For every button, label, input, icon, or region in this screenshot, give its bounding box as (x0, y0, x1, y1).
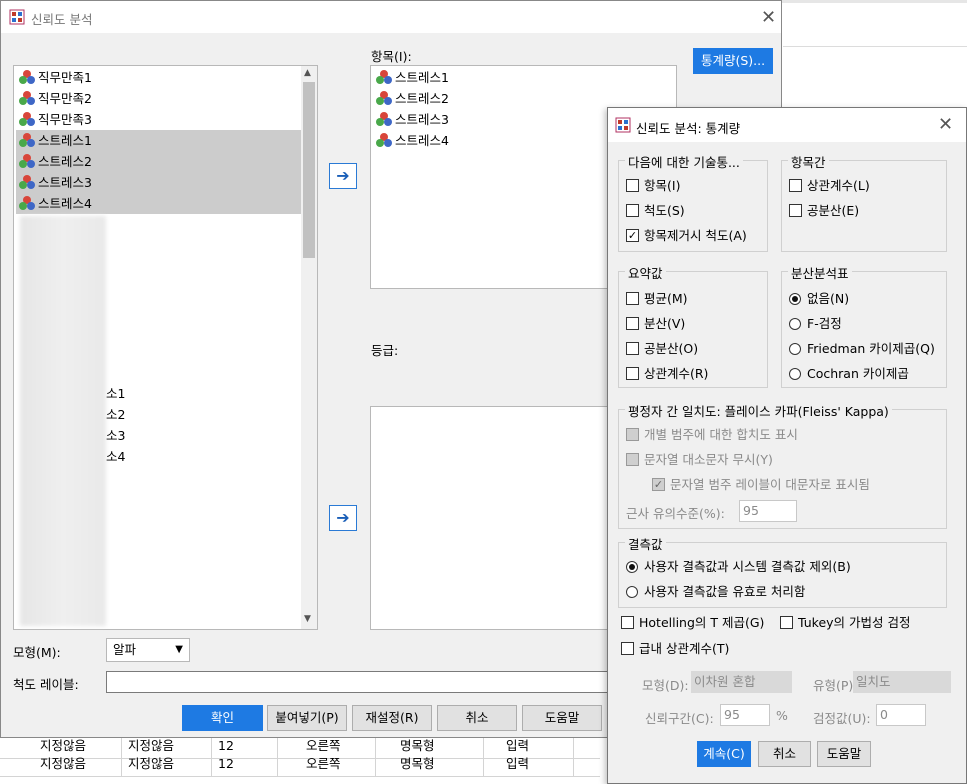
statistics-dialog: 신뢰도 분석: 통계량 ✕ 다음에 대한 기술통... 항목(I) 척도(S) … (607, 107, 967, 784)
stats-dialog-title: 신뢰도 분석: 통계량 (636, 121, 741, 136)
inter-item-covariances-checkbox[interactable]: 공분산(E) (789, 201, 859, 221)
move-to-items-button[interactable]: ➔ (329, 163, 357, 189)
model-select[interactable]: 알파 ▼ (106, 638, 190, 662)
arrow-right-icon: ➔ (336, 166, 350, 185)
scale-variable-icon (19, 154, 35, 168)
missing-values-group: 결측값 사용자 결측값과 시스템 결측값 제외(B) 사용자 결측값을 유효로 … (618, 534, 947, 608)
summary-correlations-checkbox[interactable]: 상관계수(R) (626, 364, 708, 384)
fleiss-alpha-input[interactable]: 95 (739, 500, 797, 522)
background-grid (783, 22, 967, 47)
summary-means-checkbox[interactable]: 평균(M) (626, 289, 688, 309)
checkmark-icon: ✓ (626, 229, 639, 242)
close-icon[interactable]: ✕ (938, 116, 953, 134)
fleiss-kappa-group: 평정자 간 일치도: 플레이스 카파(Fleiss' Kappa) 개별 범주에… (618, 401, 947, 529)
exclude-missing-radio[interactable]: 사용자 결측값과 시스템 결측값 제외(B) (626, 557, 851, 577)
table-row: 지정않음 지정않음 12 오른쪽 명목형 입력 (0, 752, 600, 777)
icc-type-select[interactable]: 일치도 (853, 671, 951, 693)
list-scrollbar[interactable]: ▲ ▼ (301, 66, 317, 629)
scale-variable-icon (19, 91, 35, 105)
list-item[interactable]: 직무만족2 (16, 88, 323, 109)
source-variable-list[interactable]: 직무만족1 직무만족2 직무만족3 스트레스1 스트레스2 스트레스3 스트레스… (13, 65, 318, 630)
scale-variable-icon (376, 70, 392, 84)
summaries-group: 요약값 평균(M) 분산(V) 공분산(O) 상관계수(R) (618, 263, 768, 388)
dialog-title: 신뢰도 분석 (31, 12, 93, 27)
tukey-checkbox[interactable]: Tukey의 가법성 검정 (780, 613, 911, 633)
reset-button[interactable]: 재설정(R) (352, 705, 432, 731)
list-item[interactable]: 직무만족3 (16, 109, 323, 130)
list-item-selected[interactable]: 스트레스3 (16, 172, 301, 193)
title-bar: 신뢰도 분석 ✕ (1, 1, 781, 33)
stats-title-bar: 신뢰도 분석: 통계량 ✕ (608, 108, 966, 142)
checkmark-icon: ✓ (652, 478, 665, 491)
fleiss-individual-category-checkbox[interactable]: 개별 범주에 대한 합치도 표시 (626, 425, 798, 445)
ok-button[interactable]: 확인 (182, 705, 263, 731)
summary-variances-checkbox[interactable]: 분산(V) (626, 314, 685, 334)
blurred-region (20, 216, 106, 626)
ratings-list[interactable] (370, 406, 610, 630)
scroll-up-icon[interactable]: ▲ (304, 68, 311, 78)
list-item-selected[interactable]: 스트레스2 (16, 151, 301, 172)
descriptive-scale-checkbox[interactable]: 척도(S) (626, 201, 685, 221)
close-icon[interactable]: ✕ (761, 9, 776, 27)
ratings-label: 등급: (371, 343, 399, 358)
scroll-down-icon[interactable]: ▼ (304, 614, 311, 624)
statistics-button[interactable]: 통계량(S)... (693, 48, 773, 74)
chevron-down-icon: ▼ (175, 644, 183, 655)
descriptive-item-checkbox[interactable]: 항목(I) (626, 176, 680, 196)
scale-variable-icon (19, 112, 35, 126)
icc-checkbox[interactable]: 급내 상관계수(T) (621, 639, 729, 659)
scale-variable-icon (376, 112, 392, 126)
cancel-button[interactable]: 취소 (437, 705, 517, 731)
scale-variable-icon (19, 196, 35, 210)
summary-covariances-checkbox[interactable]: 공분산(O) (626, 339, 698, 359)
fleiss-uppercase-labels-checkbox[interactable]: ✓ 문자열 범주 레이블이 대문자로 표시됨 (652, 475, 870, 495)
move-to-ratings-button[interactable]: ➔ (329, 505, 357, 531)
items-label: 항목(I): (371, 49, 412, 64)
scale-variable-icon (376, 133, 392, 147)
icc-model-select[interactable]: 이차원 혼합 (691, 671, 792, 693)
scale-variable-icon (19, 70, 35, 84)
fleiss-ignore-case-checkbox[interactable]: 문자열 대소문자 무시(Y) (626, 450, 773, 470)
confidence-interval-input[interactable]: 95 (720, 704, 770, 726)
list-item[interactable]: 직무만족1 (16, 67, 323, 88)
help-button[interactable]: 도움말 (522, 705, 602, 731)
scale-variable-icon (19, 133, 35, 147)
treat-missing-valid-radio[interactable]: 사용자 결측값을 유효로 처리함 (626, 582, 805, 602)
scale-if-item-deleted-checkbox[interactable]: ✓ 항목제거시 척도(A) (626, 226, 747, 246)
scale-label: 척도 레이블: (13, 677, 79, 692)
scale-label-input[interactable] (106, 671, 611, 693)
anova-friedman-radio[interactable]: Friedman 카이제곱(Q) (789, 339, 935, 359)
stats-cancel-button[interactable]: 취소 (758, 741, 811, 767)
scale-variable-icon (19, 175, 35, 189)
scrollbar-thumb[interactable] (303, 82, 315, 258)
hotelling-checkbox[interactable]: Hotelling의 T 제곱(G) (621, 613, 764, 633)
arrow-right-icon: ➔ (336, 508, 350, 527)
continue-button[interactable]: 계속(C) (697, 741, 751, 767)
scale-variable-icon (376, 91, 392, 105)
anova-cochran-radio[interactable]: Cochran 카이제곱 (789, 364, 909, 384)
inter-item-correlations-checkbox[interactable]: 상관계수(L) (789, 176, 870, 196)
anova-f-test-radio[interactable]: F-검정 (789, 314, 842, 334)
anova-none-radio[interactable]: 없음(N) (789, 289, 849, 309)
list-item-selected[interactable]: 스트레스1 (16, 130, 301, 151)
app-icon (615, 117, 631, 133)
paste-button[interactable]: 붙여넣기(P) (267, 705, 347, 731)
list-item[interactable]: 스트레스2 (373, 88, 685, 109)
test-value-input[interactable]: 0 (876, 704, 926, 726)
stats-help-button[interactable]: 도움말 (817, 741, 871, 767)
app-icon (9, 9, 25, 25)
descriptives-group: 다음에 대한 기술통... 항목(I) 척도(S) ✓ 항목제거시 척도(A) (618, 152, 768, 252)
anova-table-group: 분산분석표 없음(N) F-검정 Friedman 카이제곱(Q) Cochra… (781, 263, 947, 388)
model-label: 모형(M): (13, 645, 61, 660)
background-data-table: 지정않음 지정않음 12 오른쪽 명목형 입력 지정않음 지정않음 12 오른쪽… (0, 734, 600, 784)
list-item[interactable]: 스트레스1 (373, 67, 685, 88)
list-item-selected[interactable]: 스트레스4 (16, 193, 301, 214)
inter-item-group: 항목간 상관계수(L) 공분산(E) (781, 152, 947, 252)
